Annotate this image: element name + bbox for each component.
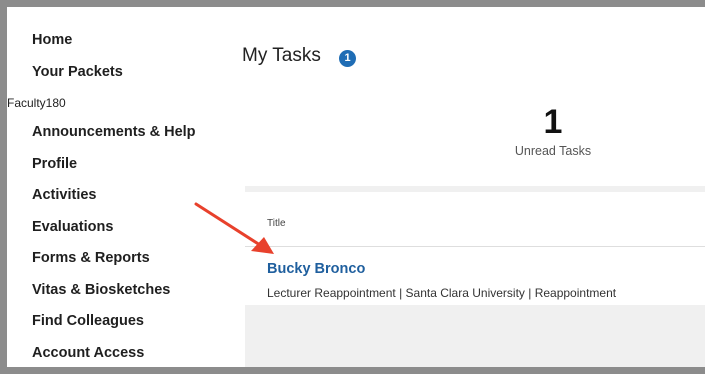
main-content: My Tasks 1 1 Unread Tasks Title Bucky Br… — [239, 7, 705, 367]
sidebar-item-your-packets[interactable]: Your Packets — [32, 64, 123, 80]
unread-tasks-label: Unread Tasks — [514, 144, 592, 158]
sidebar: Home Your Packets Faculty180 Announcemen… — [7, 7, 239, 367]
task-description: Lecturer Reappointment | Santa Clara Uni… — [267, 286, 617, 300]
sidebar-item-account-access[interactable]: Account Access — [32, 345, 144, 361]
sidebar-item-home[interactable]: Home — [32, 32, 72, 48]
task-list-panel: Title Bucky Bronco Lecturer Reappointmen… — [245, 186, 705, 367]
arrow-shaft — [194, 202, 262, 247]
sidebar-item-evaluations[interactable]: Evaluations — [32, 219, 113, 235]
task-count-badge: 1 — [339, 50, 356, 67]
task-table: Title Bucky Bronco Lecturer Reappointmen… — [245, 192, 705, 305]
sidebar-item-announcements-help[interactable]: Announcements & Help — [32, 124, 196, 140]
sidebar-item-vitas-biosketches[interactable]: Vitas & Biosketches — [32, 282, 170, 298]
header-divider — [245, 246, 705, 247]
sidebar-section-label: Faculty180 — [7, 96, 66, 110]
sidebar-item-activities[interactable]: Activities — [32, 187, 96, 203]
arrow-head — [251, 237, 274, 254]
sidebar-item-profile[interactable]: Profile — [32, 156, 77, 172]
page-title: My Tasks — [242, 45, 321, 66]
unread-tasks-count: 1 — [543, 103, 563, 141]
annotation-arrow-icon — [194, 202, 274, 254]
screenshot-frame: Home Your Packets Faculty180 Announcemen… — [0, 0, 705, 374]
sidebar-item-forms-reports[interactable]: Forms & Reports — [32, 250, 150, 266]
sidebar-item-find-colleagues[interactable]: Find Colleagues — [32, 313, 144, 329]
task-link-bucky-bronco[interactable]: Bucky Bronco — [267, 261, 365, 277]
